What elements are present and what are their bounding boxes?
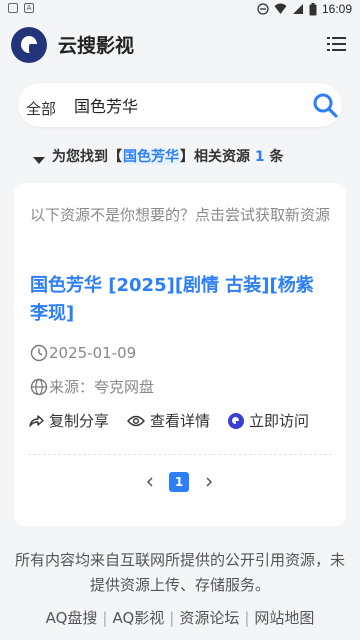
resource-source: 来源：夸克网盘 (49, 378, 155, 396)
search-input[interactable] (72, 91, 306, 119)
clock: 16:09 (321, 2, 352, 16)
footer-link-aq-yingshi[interactable]: AQ影视 (112, 609, 164, 627)
source-row: 来源：夸克网盘 (30, 376, 154, 397)
app-logo[interactable] (11, 27, 47, 63)
resource-title-link[interactable]: 国色芳华 [2025][剧情 古装][杨紫 李现] (30, 272, 334, 328)
pagination: 1 (14, 472, 346, 492)
menu-icon[interactable] (327, 35, 347, 53)
result-keyword: 国色芳华 (122, 149, 180, 165)
share-icon (29, 414, 44, 427)
search-icon[interactable] (312, 92, 338, 118)
result-card: 以下资源不是你想要的？点击尝试获取新资源 国色芳华 [2025][剧情 古装][… (14, 183, 346, 526)
footer-link-sitemap[interactable]: 网站地图 (254, 609, 314, 627)
battery-icon (309, 2, 317, 15)
prev-page-icon[interactable] (143, 472, 157, 492)
next-page-icon[interactable] (202, 472, 216, 492)
status-icons: 16:09 (257, 2, 352, 16)
resource-date: 2025-01-09 (49, 344, 137, 362)
app-header: 云搜影视 (0, 18, 360, 74)
retry-notice-link[interactable]: 以下资源不是你想要的？点击尝试获取新资源 (26, 203, 334, 228)
notification-image-icon (8, 3, 18, 13)
clock-icon (30, 344, 48, 362)
action-row: 复制分享 查看详情 立即访问 (28, 410, 334, 431)
result-count: 1 (254, 149, 265, 165)
quark-logo-icon (228, 412, 245, 429)
result-summary: 为您找到【国色芳华】相关资源 1 条 (52, 149, 284, 165)
wifi-icon (274, 3, 287, 14)
visit-now-button[interactable]: 立即访问 (228, 410, 309, 431)
view-details-button[interactable]: 查看详情 (127, 410, 210, 431)
eye-icon (127, 415, 145, 426)
notification-icons: A (8, 3, 34, 13)
search-category-select[interactable]: 全部 (26, 98, 56, 119)
footer-disclaimer: 所有内容均来自互联网所提供的公开引用资源，未提供资源上传、存储服务。 (14, 551, 345, 594)
copy-share-button[interactable]: 复制分享 (28, 410, 109, 431)
footer-link-aq-pansou[interactable]: AQ盘搜 (46, 609, 98, 627)
minus-icon (257, 3, 269, 15)
page-current[interactable]: 1 (169, 472, 189, 492)
footer-link-forum[interactable]: 资源论坛 (179, 609, 239, 627)
status-bar: A 16:09 (0, 0, 360, 18)
card-divider (28, 454, 332, 455)
date-row: 2025-01-09 (30, 344, 136, 362)
notification-a-icon: A (24, 3, 34, 13)
app-title[interactable]: 云搜影视 (58, 31, 134, 58)
footer-links: AQ盘搜 | AQ影视 | 资源论坛 | 网站地图 (45, 609, 315, 627)
search-bar: 全部 (18, 83, 342, 127)
signal-icon (292, 4, 303, 14)
collapse-triangle-icon[interactable] (33, 157, 45, 164)
globe-icon (30, 378, 48, 395)
